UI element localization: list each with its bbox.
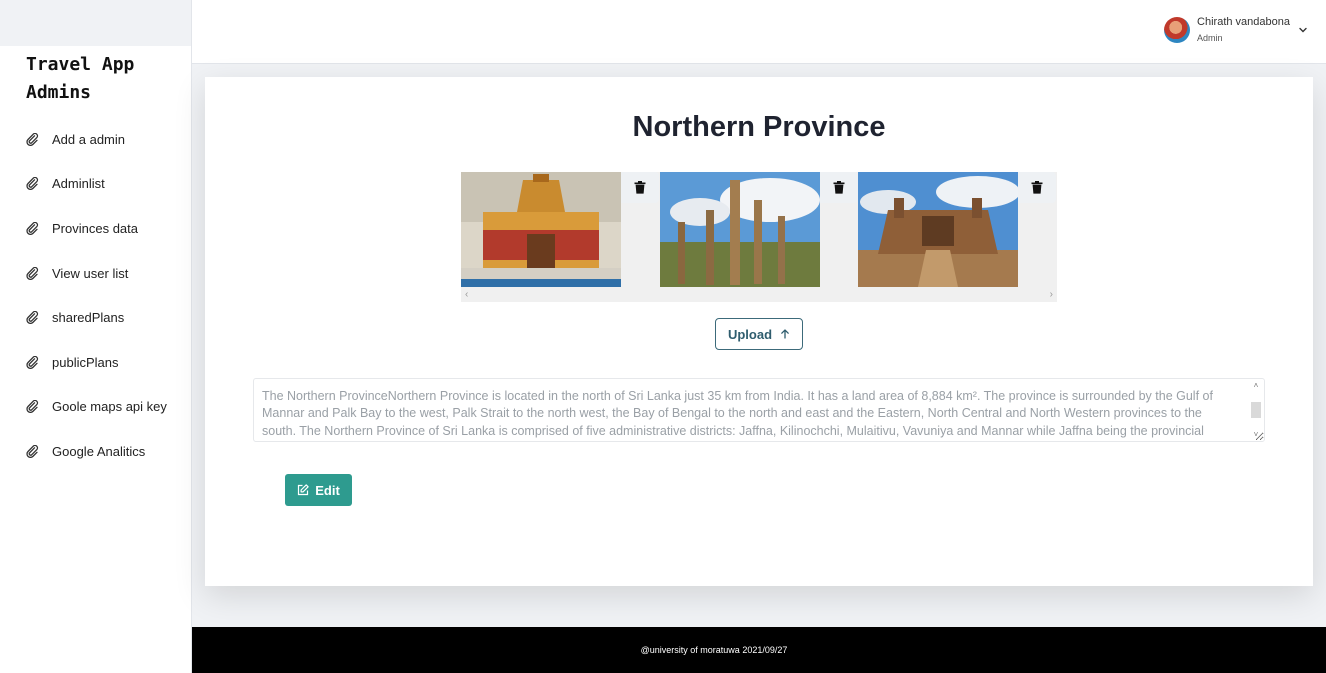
sidebar-item-maps-api-key[interactable]: Goole maps api key — [0, 385, 191, 430]
sidebar-item-provinces-data[interactable]: Provinces data — [0, 206, 191, 251]
brand-line-2: Admins — [26, 82, 92, 103]
delete-image-2-button[interactable] — [820, 172, 858, 203]
user-role: Admin — [1197, 32, 1223, 43]
trash-icon — [634, 181, 646, 194]
link-icon — [26, 266, 39, 280]
sidebar-item-label: View user list — [52, 265, 129, 281]
footer-text: @university of moratuwa 2021/09/27 — [640, 645, 788, 655]
avatar — [1164, 17, 1191, 43]
description-scroll-thumb[interactable] — [1251, 402, 1261, 418]
link-icon — [26, 400, 39, 414]
sidebar-item-label: Add a admin — [52, 131, 125, 147]
link-icon — [26, 177, 39, 191]
sidebar-item-adminlist[interactable]: Adminlist — [0, 162, 191, 207]
brand-title: Travel App Admins — [0, 46, 191, 107]
image-gallery[interactable]: ‹ › — [461, 172, 1057, 302]
scroll-right-arrow-icon[interactable]: › — [1050, 289, 1053, 300]
sidebar-item-label: Adminlist — [52, 176, 105, 192]
user-menu[interactable]: Chirath vandabona Admin — [1164, 16, 1308, 44]
top-header: Chirath vandabona Admin — [192, 0, 1326, 64]
sidebar-item-view-user-list[interactable]: View user list — [0, 251, 191, 296]
sidebar-item-add-admin[interactable]: Add a admin — [0, 117, 191, 162]
sidebar-nav: Add a admin Adminlist Provinces data Vie… — [0, 117, 191, 474]
province-image-temple — [461, 172, 621, 287]
trash-icon — [833, 181, 845, 194]
link-icon — [26, 444, 39, 458]
trash-icon — [1031, 181, 1043, 194]
chevron-down-icon — [1299, 27, 1307, 33]
arrow-up-icon — [781, 329, 789, 339]
user-info: Chirath vandabona Admin — [1197, 16, 1290, 44]
delete-image-3-button[interactable] — [1018, 172, 1056, 203]
link-icon — [26, 132, 39, 146]
description-textarea[interactable]: The Northern ProvinceNorthern Province i… — [253, 378, 1265, 442]
sidebar-item-label: publicPlans — [52, 354, 119, 370]
sidebar-item-google-analytics[interactable]: Google Analitics — [0, 429, 191, 474]
link-icon — [26, 221, 39, 235]
page-title: Northern Province — [632, 111, 886, 143]
link-icon — [26, 311, 39, 325]
province-image-vatadage — [858, 172, 1018, 287]
upload-button[interactable]: Upload — [715, 318, 803, 350]
sidebar-item-shared-plans[interactable]: sharedPlans — [0, 295, 191, 340]
brand-line-1: Travel App — [26, 54, 135, 75]
sidebar-item-label: Google Analitics — [52, 443, 146, 459]
sidebar-item-label: Goole maps api key — [52, 399, 167, 415]
sidebar-item-label: sharedPlans — [52, 310, 125, 326]
sidebar-item-public-plans[interactable]: publicPlans — [0, 340, 191, 385]
scroll-down-arrow-icon[interactable]: ˅ — [1254, 430, 1259, 439]
sidebar-top-bar — [0, 0, 191, 46]
scroll-up-arrow-icon[interactable]: ˄ — [1254, 381, 1259, 390]
gallery-scrollbar[interactable]: ‹ › — [461, 287, 1057, 302]
footer: @university of moratuwa 2021/09/27 — [192, 627, 1326, 673]
description-scrollbar[interactable]: ˄ ˅ — [1248, 379, 1264, 441]
link-icon — [26, 355, 39, 369]
province-image-ruins-pillars — [660, 172, 820, 287]
user-name: Chirath vandabona — [1197, 16, 1290, 28]
sidebar: Travel App Admins Add a admin Adminlist … — [0, 0, 192, 673]
sidebar-item-label: Provinces data — [52, 220, 138, 236]
edit-button[interactable]: Edit — [285, 474, 352, 506]
province-card: Northern Province ‹ › Upload The Norther… — [205, 77, 1313, 586]
upload-button-label: Upload — [727, 326, 773, 342]
edit-button-label: Edit — [315, 482, 340, 498]
delete-image-1-button[interactable] — [621, 172, 659, 203]
scroll-left-arrow-icon[interactable]: ‹ — [465, 289, 468, 300]
edit-icon — [298, 484, 309, 496]
